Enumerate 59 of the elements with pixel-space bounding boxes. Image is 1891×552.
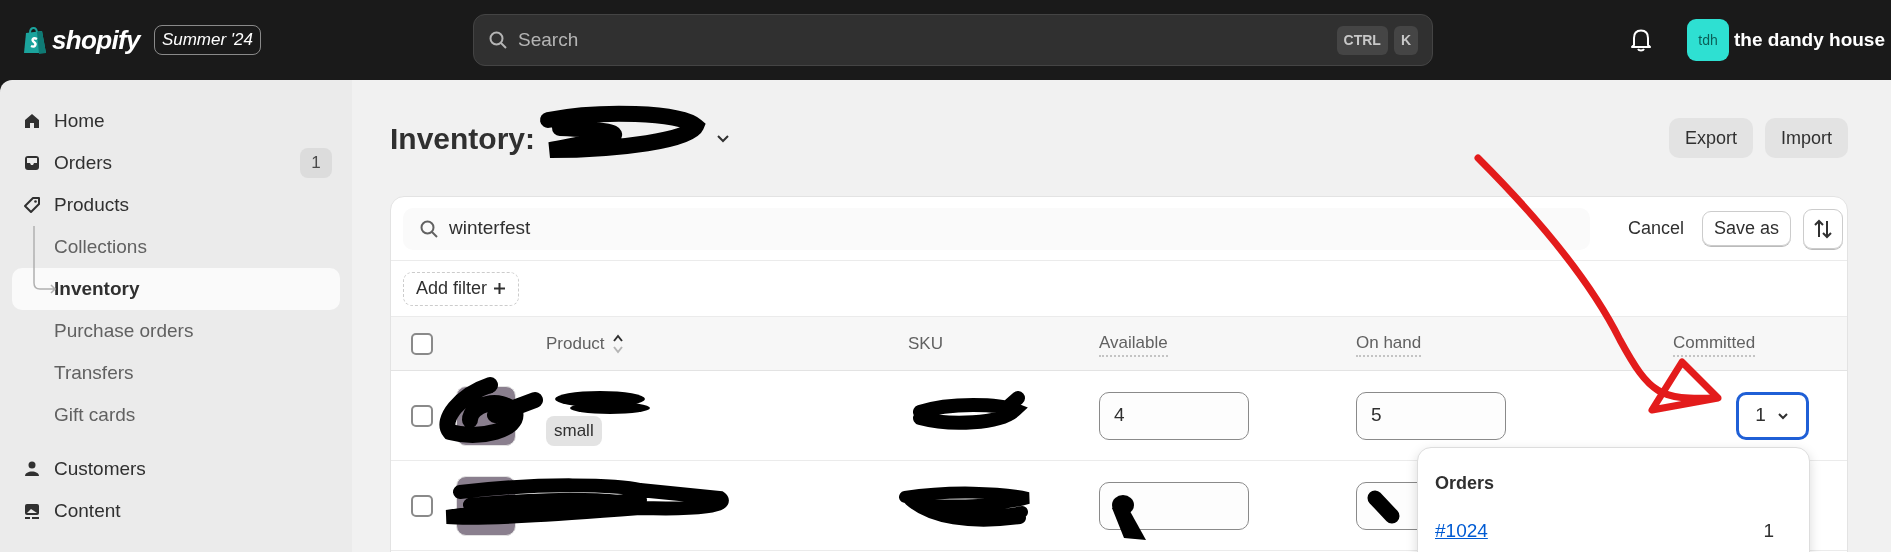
column-header: Committed [1673, 330, 1756, 357]
edition-badge: Summer '24 [153, 25, 261, 55]
search-placeholder: Search [518, 27, 580, 52]
search-field[interactable]: Search CTRL K [473, 14, 1433, 66]
order-quantity: 1 [1763, 519, 1774, 543]
logo-text[interactable]: shopify [52, 20, 140, 60]
tree-connector [33, 226, 56, 294]
nav-item[interactable]: Products [12, 184, 340, 226]
page-title: Inventory: [390, 120, 536, 157]
committed-dropdown[interactable]: 1 [1736, 391, 1809, 440]
save-as-button[interactable]: Save as [1701, 211, 1791, 246]
nav-subitem[interactable]: Purchase orders [12, 310, 340, 352]
search-icon [419, 218, 439, 239]
nav-subitem[interactable]: Collections [12, 226, 340, 268]
checkbox[interactable] [411, 494, 433, 517]
shortcut-key: CTRL [1336, 25, 1388, 55]
redaction-scribble [1112, 495, 1146, 540]
checkbox[interactable] [411, 404, 433, 427]
nav-item[interactable]: Orders 1 [12, 142, 340, 184]
sort-button[interactable] [1803, 208, 1843, 249]
header-button[interactable]: Import [1765, 118, 1848, 158]
search-icon [488, 30, 508, 50]
customers-icon [22, 459, 42, 479]
home-icon [22, 111, 42, 131]
shopping-bag-icon [22, 25, 48, 55]
variant-tag: small [546, 416, 602, 446]
sort-arrows-icon [1812, 217, 1834, 240]
column-header: SKU [908, 332, 943, 355]
nav-item[interactable]: Home [12, 100, 340, 142]
checkbox[interactable] [411, 332, 433, 355]
add-filter-button[interactable]: Add filter [403, 271, 520, 306]
notifications-bell-icon[interactable] [1630, 28, 1653, 52]
header-button[interactable]: Export [1668, 118, 1753, 158]
nav-item[interactable]: Content [12, 490, 340, 532]
quantity-field[interactable]: 4 [1099, 391, 1249, 440]
popover-title: Orders [1435, 472, 1496, 495]
nav-subitem[interactable]: Inventory [12, 268, 340, 310]
search-value: winterfest [449, 216, 531, 241]
sort-chevrons-icon[interactable] [610, 332, 625, 355]
count-badge: 1 [300, 148, 332, 178]
shortcut-key: K [1393, 25, 1418, 55]
order-link[interactable]: #1024 [1435, 517, 1488, 546]
column-header: On hand [1356, 330, 1422, 357]
store-name[interactable]: the dandy house [1734, 25, 1885, 55]
store-avatar[interactable]: tdh [1687, 19, 1730, 61]
orders-icon [22, 153, 42, 173]
column-header: Available [1099, 330, 1168, 357]
quantity-field[interactable]: 5 [1356, 391, 1506, 440]
plus-icon [493, 282, 507, 295]
filter-search-field[interactable]: winterfest [403, 207, 1590, 250]
nav-subitem[interactable]: Transfers [12, 352, 340, 394]
column-header[interactable]: Product [546, 330, 605, 357]
quantity-field[interactable] [1099, 481, 1249, 530]
redaction-scribble [1367, 490, 1400, 524]
content-icon [22, 501, 42, 521]
nav-subitem[interactable]: Gift cards [12, 394, 340, 436]
cancel-button[interactable]: Cancel [1619, 215, 1692, 242]
products-icon [22, 195, 42, 215]
nav-item[interactable]: Customers [12, 448, 340, 490]
